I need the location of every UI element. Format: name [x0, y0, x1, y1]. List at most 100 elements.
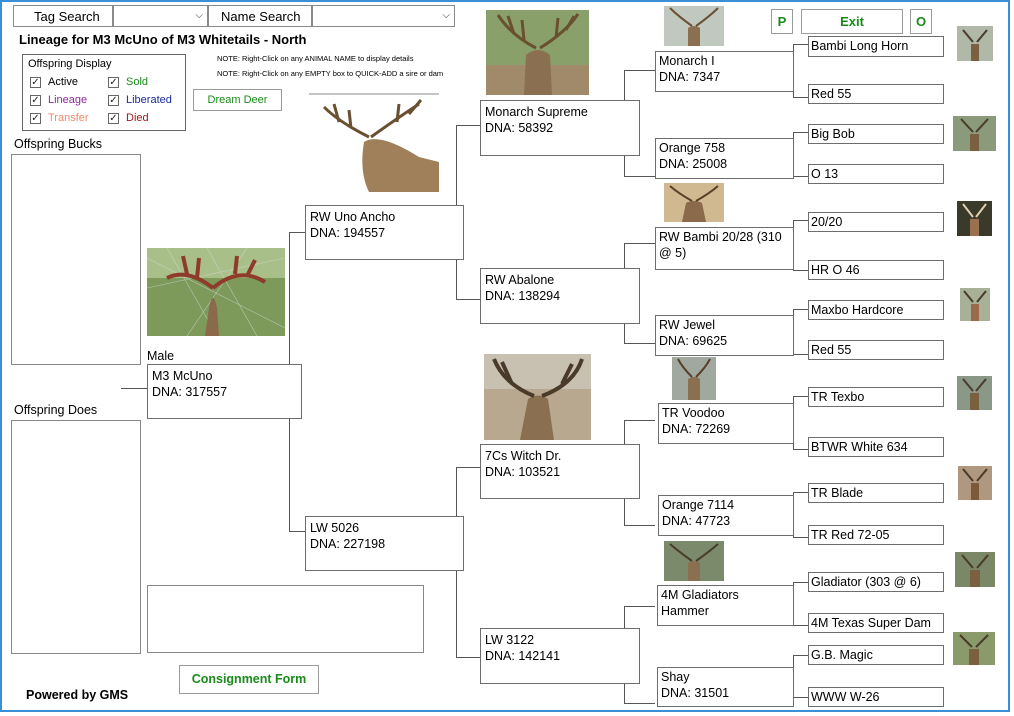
great-grandparent-box[interactable]: Orange 758 DNA: 25008 [655, 138, 794, 179]
notes-box[interactable] [147, 585, 424, 653]
chevron-down-icon[interactable]: ⌵ [195, 10, 203, 21]
ancestor-box[interactable]: Red 55 [808, 84, 944, 104]
animal-name[interactable]: Orange 7114 [662, 497, 790, 513]
offspring-does-list[interactable] [11, 420, 141, 654]
great-grandparent-box[interactable]: Orange 7114 DNA: 47723 [658, 495, 794, 536]
ancestor-box[interactable]: Bambi Long Horn [808, 36, 944, 57]
liberated-label: Liberated [126, 94, 172, 106]
great-grandparent-box[interactable]: TR Voodoo DNA: 72269 [658, 403, 794, 444]
connector-line [456, 299, 481, 300]
ancestor-box[interactable]: TR Blade [808, 483, 944, 503]
animal-name[interactable]: RW Abalone [485, 272, 635, 288]
grandparent-box[interactable]: Monarch Supreme DNA: 58392 [480, 100, 640, 156]
ancestor-box[interactable]: TR Red 72-05 [808, 525, 944, 545]
offspring-display-panel: Offspring Display ✓ Active ✓ Sold ✓ Line… [22, 54, 186, 131]
sire-box[interactable]: RW Uno Ancho DNA: 194557 [305, 205, 464, 260]
transfer-label: Transfer [48, 112, 89, 124]
great-grandparent-box[interactable]: RW Jewel DNA: 69625 [655, 315, 794, 356]
connector-line [456, 657, 481, 658]
deer-photo-sire [309, 92, 444, 195]
offspring-display-title: Offspring Display [28, 58, 112, 70]
died-label: Died [126, 112, 149, 124]
animal-dna: DNA: 138294 [485, 289, 561, 303]
lineage-checkbox[interactable]: ✓ [30, 95, 41, 106]
animal-dna: DNA: 72269 [662, 422, 731, 436]
consignment-form-button[interactable]: Consignment Form [179, 665, 319, 694]
offspring-does-label: Offspring Does [14, 403, 98, 417]
connector-line [793, 537, 808, 538]
ancestor-box[interactable]: TR Texbo [808, 387, 944, 407]
deer-photo-monarch-i [664, 6, 724, 46]
connector-line [793, 697, 808, 698]
animal-name[interactable]: Shay [661, 669, 790, 685]
grandparent-box[interactable]: 7Cs Witch Dr. DNA: 103521 [480, 444, 640, 499]
animal-dna: DNA: 58392 [485, 121, 554, 135]
animal-dna: DNA: 103521 [485, 465, 561, 479]
deer-photo-rw-bambi [664, 183, 724, 222]
connector-line [793, 44, 808, 45]
dam-box[interactable]: LW 5026 DNA: 227198 [305, 516, 464, 571]
connector-line [624, 243, 655, 244]
great-grandparent-box[interactable]: Monarch I DNA: 7347 [655, 51, 794, 92]
deer-photo-monarch-supreme [486, 10, 589, 95]
liberated-checkbox[interactable]: ✓ [108, 95, 119, 106]
connector-line [793, 220, 808, 221]
transfer-checkbox[interactable]: ✓ [30, 113, 41, 124]
deer-thumb-2 [953, 116, 996, 151]
note-animal-name: NOTE: Right-Click on any ANIMAL NAME to … [217, 54, 414, 63]
ancestor-box[interactable]: Maxbo Hardcore [808, 300, 944, 320]
connector-line [793, 449, 808, 450]
animal-name[interactable]: M3 McUno [152, 368, 297, 384]
animal-name[interactable]: RW Uno Ancho [310, 209, 459, 225]
note-empty-box: NOTE: Right-Click on any EMPTY box to QU… [217, 69, 444, 78]
ancestor-box[interactable]: HR O 46 [808, 260, 944, 280]
animal-dna: DNA: 69625 [659, 334, 728, 348]
grandparent-box[interactable]: LW 3122 DNA: 142141 [480, 628, 640, 684]
chevron-down-icon[interactable]: ⌵ [442, 10, 450, 21]
subject-box[interactable]: M3 McUno DNA: 317557 [147, 364, 302, 419]
animal-name[interactable]: RW Jewel [659, 317, 790, 333]
animal-dna: DNA: 227198 [310, 537, 386, 551]
ancestor-box[interactable]: G.B. Magic [808, 645, 944, 665]
great-grandparent-box[interactable]: 4M Gladiators Hammer [657, 585, 794, 626]
animal-name[interactable]: 7Cs Witch Dr. [485, 448, 635, 464]
o-button[interactable]: O [910, 9, 932, 34]
ancestor-box[interactable]: Red 55 [808, 340, 944, 360]
animal-dna: DNA: 142141 [485, 649, 561, 663]
died-checkbox[interactable]: ✓ [108, 113, 119, 124]
lineage-label: Lineage [48, 94, 88, 106]
animal-name[interactable]: 4M Gladiators Hammer [661, 587, 790, 619]
name-search-select[interactable]: ⌵ [312, 5, 455, 27]
tag-search-label-box: Tag Search [13, 5, 113, 27]
ancestor-box[interactable]: O 13 [808, 164, 944, 184]
exit-button[interactable]: Exit [801, 9, 903, 34]
animal-name[interactable]: LW 5026 [310, 520, 459, 536]
grandparent-box[interactable]: RW Abalone DNA: 138294 [480, 268, 640, 324]
ancestor-box[interactable]: Big Bob [808, 124, 944, 144]
name-search-label: Name Search [221, 9, 301, 24]
deer-photo-subject [147, 248, 285, 336]
animal-name[interactable]: Orange 758 [659, 140, 790, 156]
animal-name[interactable]: RW Bambi 20/28 (310 @ 5) [659, 229, 790, 261]
great-grandparent-box[interactable]: RW Bambi 20/28 (310 @ 5) [655, 227, 794, 270]
offspring-bucks-list[interactable] [11, 154, 141, 365]
ancestor-box[interactable]: 4M Texas Super Dam [808, 613, 944, 633]
ancestor-box[interactable]: BTWR White 634 [808, 437, 944, 457]
great-grandparent-box[interactable]: Shay DNA: 31501 [657, 667, 794, 707]
animal-name[interactable]: Monarch Supreme [485, 104, 635, 120]
ancestor-box[interactable]: 20/20 [808, 212, 944, 232]
ancestor-box[interactable]: Gladiator (303 @ 6) [808, 572, 944, 592]
animal-name[interactable]: Monarch I [659, 53, 790, 69]
active-label: Active [48, 76, 78, 88]
p-button[interactable]: P [771, 9, 793, 34]
ancestor-box[interactable]: WWW W-26 [808, 687, 944, 707]
tag-search-select[interactable]: ⌵ [113, 5, 208, 27]
page-title: Lineage for M3 McUno of M3 Whitetails - … [19, 32, 307, 47]
animal-name[interactable]: LW 3122 [485, 632, 635, 648]
active-checkbox[interactable]: ✓ [30, 77, 41, 88]
connector-line [624, 343, 655, 344]
animal-name[interactable]: TR Voodoo [662, 405, 790, 421]
dream-deer-button[interactable]: Dream Deer [193, 89, 282, 111]
sold-checkbox[interactable]: ✓ [108, 77, 119, 88]
sold-label: Sold [126, 76, 149, 88]
